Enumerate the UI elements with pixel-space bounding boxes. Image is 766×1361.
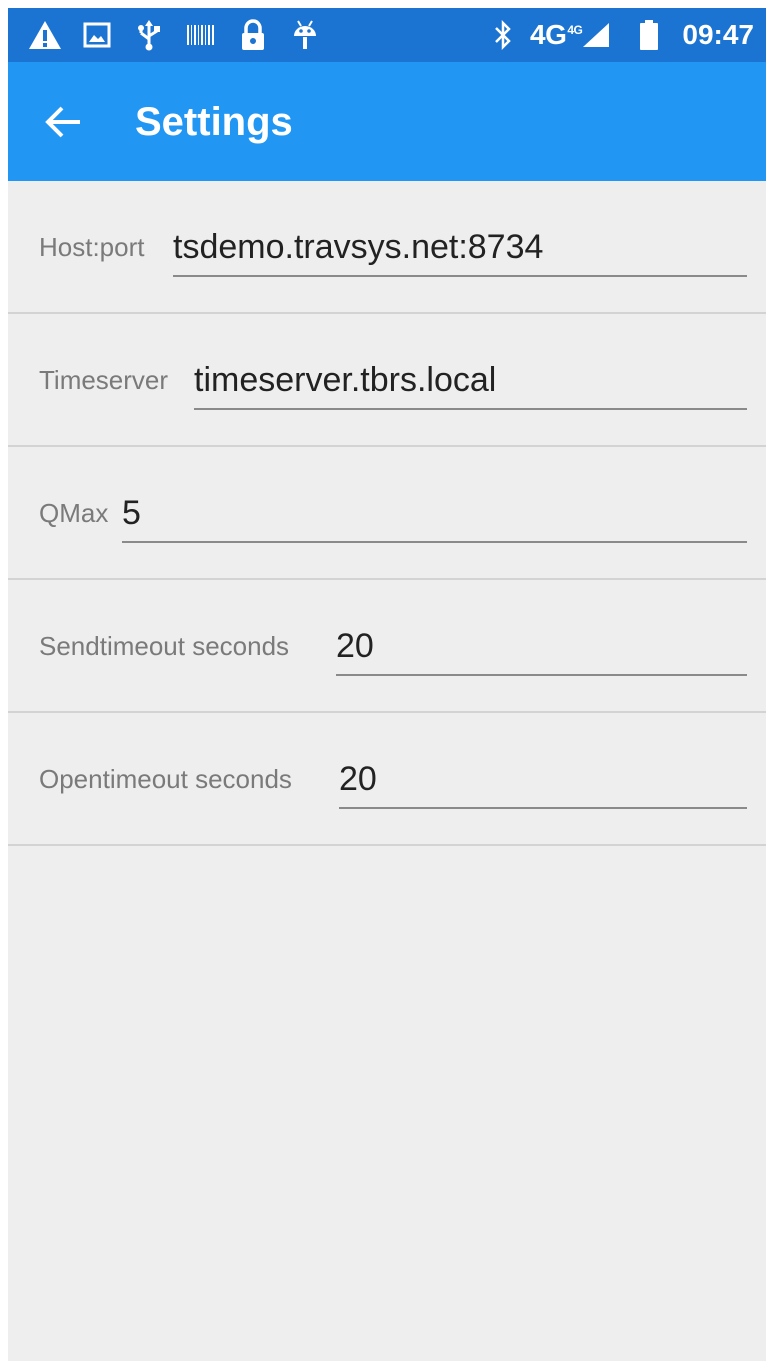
lock-icon [236, 18, 270, 52]
bluetooth-icon [486, 18, 520, 52]
status-bar: 4G4G 09:47 [8, 8, 766, 62]
network-type-text: 4G [530, 19, 567, 50]
timeserver-label: Timeserver [39, 365, 169, 395]
image-icon [80, 18, 114, 52]
notification-icons [28, 8, 322, 62]
setting-row-timeserver: Timeserver [8, 314, 766, 447]
host-port-label: Host:port [39, 232, 145, 262]
barcode-icon [184, 18, 218, 52]
network-type-superscript: 4G [567, 23, 583, 37]
setting-row-sendtimeout: Sendtimeout seconds [8, 580, 766, 713]
sendtimeout-input[interactable] [336, 622, 747, 676]
app-toolbar: Settings [8, 62, 766, 181]
setting-row-host-port: Host:port [8, 181, 766, 314]
settings-list: Host:port Timeserver QMax Sendtimeout se… [8, 181, 766, 846]
clock: 09:47 [682, 19, 754, 50]
host-port-input[interactable] [173, 223, 747, 277]
page-title: Settings [135, 100, 293, 144]
opentimeout-input[interactable] [339, 755, 747, 809]
setting-row-opentimeout: Opentimeout seconds [8, 713, 766, 846]
back-button[interactable] [38, 97, 88, 147]
signal-icon [578, 18, 612, 52]
usb-icon [132, 18, 166, 52]
phone-screen: 4G4G 09:47 Settings Host:port tsdemo.tra… [8, 8, 766, 1361]
page: 4G4G 09:47 Settings Host:port tsdemo.tra… [0, 0, 766, 1361]
network-type-label: 4G4G [530, 19, 583, 51]
qmax-input[interactable] [122, 489, 747, 543]
sendtimeout-label: Sendtimeout seconds [39, 631, 290, 661]
qmax-label: QMax [39, 498, 109, 528]
arrow-left-icon [45, 106, 80, 138]
battery-icon [632, 18, 666, 52]
warning-icon [28, 18, 62, 52]
opentimeout-label: Opentimeout seconds [39, 764, 292, 794]
setting-row-qmax: QMax [8, 447, 766, 580]
timeserver-input[interactable] [194, 356, 747, 410]
system-status: 4G4G 09:47 [486, 8, 754, 62]
android-icon [288, 18, 322, 52]
